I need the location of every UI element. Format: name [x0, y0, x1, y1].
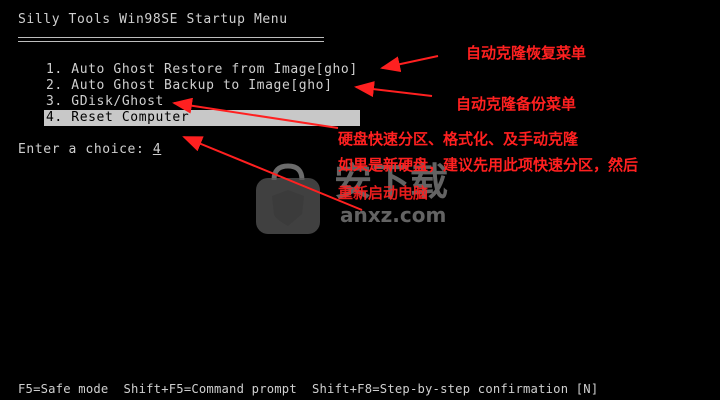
annotation-arrows [172, 55, 439, 211]
arrow-reset [182, 136, 363, 211]
arrow-gdisk [172, 97, 339, 129]
arrow-restore [380, 55, 439, 73]
arrow-backup [354, 81, 433, 98]
